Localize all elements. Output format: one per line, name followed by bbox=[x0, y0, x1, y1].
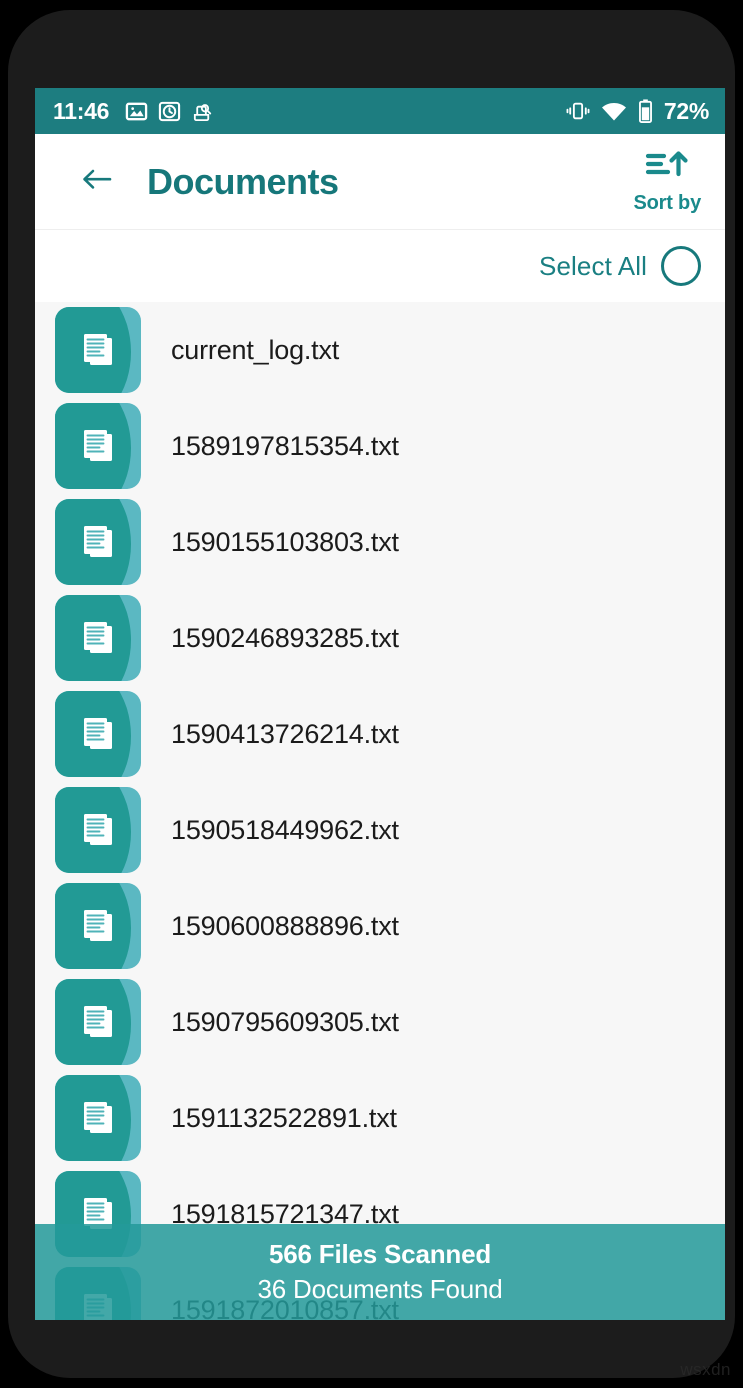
file-row[interactable]: 1589197815354.txt bbox=[35, 398, 725, 494]
watermark: wsxdn bbox=[680, 1360, 731, 1379]
document-glyph bbox=[55, 403, 141, 489]
file-row[interactable]: current_log.txt bbox=[35, 302, 725, 398]
phone-screen: 11:46 72% Documents Sort by Select All c… bbox=[35, 88, 725, 1320]
scanner-search-icon bbox=[191, 100, 214, 123]
page-title: Documents bbox=[147, 160, 339, 202]
select-all-row[interactable]: Select All bbox=[35, 230, 725, 302]
wifi-icon bbox=[601, 101, 627, 122]
document-glyph bbox=[55, 787, 141, 873]
image-icon bbox=[125, 100, 148, 123]
sort-by-button[interactable]: Sort by bbox=[634, 149, 708, 215]
file-row[interactable]: 1590413726214.txt bbox=[35, 686, 725, 782]
battery-percentage: 72% bbox=[663, 97, 709, 124]
document-glyph bbox=[55, 499, 141, 585]
status-left-icon-group bbox=[125, 100, 214, 123]
file-name: 1590413726214.txt bbox=[171, 718, 399, 749]
document-glyph bbox=[55, 1171, 141, 1257]
file-list[interactable]: current_log.txt 1589197815354.txt 15901551… bbox=[35, 302, 725, 1320]
file-row[interactable]: 1590600888896.txt bbox=[35, 878, 725, 974]
select-all-label: Select All bbox=[539, 250, 647, 281]
document-file-icon bbox=[55, 691, 141, 777]
file-name: 1591872010857.txt bbox=[171, 1294, 399, 1321]
file-name: 1590795609305.txt bbox=[171, 1006, 399, 1037]
select-all-checkbox[interactable] bbox=[661, 246, 701, 286]
file-name: 1590518449962.txt bbox=[171, 814, 399, 845]
file-name: 1591132522891.txt bbox=[171, 1102, 397, 1133]
file-name: 1590600888896.txt bbox=[171, 910, 399, 941]
file-name: current_log.txt bbox=[171, 334, 340, 365]
document-file-icon bbox=[55, 787, 141, 873]
back-button[interactable] bbox=[77, 162, 117, 202]
document-glyph bbox=[55, 307, 141, 393]
device-frame: 11:46 72% Documents Sort by Select All c… bbox=[8, 10, 735, 1378]
file-row[interactable]: 1590518449962.txt bbox=[35, 782, 725, 878]
document-file-icon bbox=[55, 1171, 141, 1257]
document-glyph bbox=[55, 595, 141, 681]
document-file-icon bbox=[55, 883, 141, 969]
document-file-icon bbox=[55, 307, 141, 393]
vibrate-icon bbox=[566, 100, 590, 122]
file-name: 1591815721347.txt bbox=[171, 1198, 399, 1229]
file-name: 1589197815354.txt bbox=[171, 430, 399, 461]
status-right-icon-group: 72% bbox=[566, 98, 709, 125]
document-glyph bbox=[55, 979, 141, 1065]
status-time: 11:46 bbox=[53, 97, 110, 124]
file-row[interactable]: 1590246893285.txt bbox=[35, 590, 725, 686]
file-name: 1590246893285.txt bbox=[171, 622, 399, 653]
app-bar: Documents Sort by bbox=[35, 134, 725, 230]
document-glyph bbox=[55, 1075, 141, 1161]
file-row[interactable]: 1591132522891.txt bbox=[35, 1070, 725, 1166]
document-file-icon bbox=[55, 1075, 141, 1161]
document-file-icon bbox=[55, 403, 141, 489]
file-row[interactable]: 1590155103803.txt bbox=[35, 494, 725, 590]
file-row[interactable]: 1590795609305.txt bbox=[35, 974, 725, 1070]
battery-icon bbox=[638, 99, 653, 123]
file-row[interactable]: 1591815721347.txt bbox=[35, 1166, 725, 1262]
document-file-icon bbox=[55, 979, 141, 1065]
sort-by-label: Sort by bbox=[633, 191, 702, 214]
document-glyph bbox=[55, 691, 141, 777]
document-file-icon bbox=[55, 499, 141, 585]
document-file-icon bbox=[55, 595, 141, 681]
document-glyph bbox=[55, 883, 141, 969]
status-bar: 11:46 72% bbox=[35, 88, 725, 134]
file-row[interactable]: 1591872010857.txt bbox=[35, 1262, 725, 1320]
document-file-icon bbox=[55, 1267, 141, 1320]
sort-ascending-icon bbox=[643, 149, 691, 190]
document-glyph bbox=[55, 1267, 141, 1320]
back-arrow-icon bbox=[80, 164, 114, 199]
clock-history-icon bbox=[158, 100, 181, 123]
file-name: 1590155103803.txt bbox=[171, 526, 399, 557]
